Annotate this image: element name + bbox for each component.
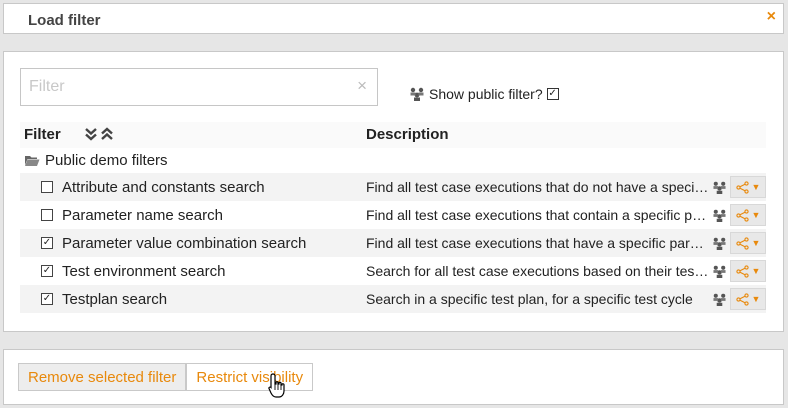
share-menu-button[interactable]: ▼ <box>730 204 766 226</box>
row-checkbox[interactable]: ✓ <box>41 237 53 249</box>
caret-down-icon: ▼ <box>751 210 761 220</box>
filter-description: Find all test case executions that conta… <box>366 207 710 223</box>
share-menu-button[interactable]: ▼ <box>730 232 766 254</box>
share-icon <box>735 208 749 222</box>
people-icon <box>713 293 726 306</box>
double-chevron-down-icon[interactable] <box>84 127 98 141</box>
filter-name: Parameter value combination search <box>62 235 307 252</box>
row-checkbox[interactable]: ✓ <box>41 265 53 277</box>
table-row[interactable]: ✓ Test environment search Search for all t… <box>20 257 766 285</box>
close-icon[interactable]: × <box>767 8 776 26</box>
share-menu-button[interactable]: ▼ <box>730 176 766 198</box>
row-checkbox[interactable]: ✓ <box>41 293 53 305</box>
table-header: Filter Description <box>20 122 766 148</box>
filter-panel: × Show public filter? ✓ Filter <box>3 51 784 332</box>
people-icon <box>410 87 424 101</box>
dialog-title: Load filter <box>28 12 101 29</box>
column-header-filter[interactable]: Filter <box>24 126 61 143</box>
table-row[interactable]: Parameter name search Find all test case … <box>20 201 766 229</box>
hand-pointer-icon <box>268 373 285 398</box>
people-icon <box>713 237 726 250</box>
group-name: Public demo filters <box>45 152 168 169</box>
share-icon <box>735 264 749 278</box>
row-checkbox[interactable] <box>41 209 53 221</box>
table-row[interactable]: ✓ Parameter value combination search Find … <box>20 229 766 257</box>
share-icon <box>735 180 749 194</box>
group-row-public-demo-filters[interactable]: Public demo filters <box>20 148 766 173</box>
restrict-visibility-button[interactable]: Restrict visibility <box>186 363 314 391</box>
caret-down-icon: ▼ <box>751 266 761 276</box>
share-icon <box>735 236 749 250</box>
folder-open-icon <box>25 156 40 166</box>
show-public-filter-label: Show public filter? <box>429 86 543 102</box>
row-checkbox[interactable] <box>41 181 53 193</box>
dialog-footer: Remove selected filter Restrict visibili… <box>3 349 784 405</box>
share-menu-button[interactable]: ▼ <box>730 260 766 282</box>
dialog-header: Load filter × <box>3 3 784 34</box>
filter-description: Find all test case executions that have … <box>366 235 710 251</box>
share-icon <box>735 292 749 306</box>
caret-down-icon: ▼ <box>751 238 761 248</box>
filter-input[interactable] <box>29 77 339 97</box>
filter-name: Test environment search <box>62 263 226 280</box>
caret-down-icon: ▼ <box>751 294 761 304</box>
people-icon <box>713 265 726 278</box>
filter-description: Search in a specific test plan, for a sp… <box>366 291 693 307</box>
clear-icon[interactable]: × <box>357 76 367 96</box>
table-row[interactable]: ✓ Testplan search Search in a specific tes… <box>20 285 766 313</box>
caret-down-icon: ▼ <box>751 182 761 192</box>
people-icon <box>713 209 726 222</box>
filter-name: Attribute and constants search <box>62 179 265 196</box>
column-header-description[interactable]: Description <box>366 126 449 143</box>
share-menu-button[interactable]: ▼ <box>730 288 766 310</box>
sort-controls <box>84 127 114 141</box>
filter-table: Filter Description Public demo filters A… <box>20 122 766 313</box>
show-public-filter-checkbox[interactable]: ✓ <box>546 88 559 100</box>
filter-name: Testplan search <box>62 291 168 308</box>
filter-description: Find all test case executions that do no… <box>366 179 710 195</box>
remove-selected-filter-button[interactable]: Remove selected filter <box>18 363 187 391</box>
people-icon <box>713 181 726 194</box>
filter-description: Search for all test case executions base… <box>366 263 710 279</box>
table-row[interactable]: Attribute and constants search Find all t… <box>20 173 766 201</box>
show-public-filter-toggle[interactable]: Show public filter? ✓ <box>409 86 559 102</box>
filter-name: Parameter name search <box>62 207 223 224</box>
double-chevron-up-icon[interactable] <box>100 127 114 141</box>
filter-search-box: × <box>20 68 378 106</box>
